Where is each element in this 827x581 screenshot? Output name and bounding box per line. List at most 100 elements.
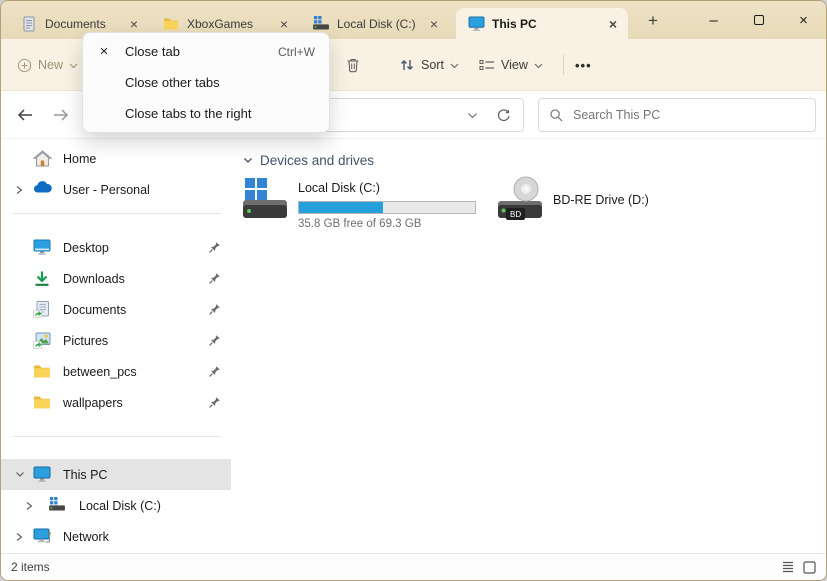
sidebar-item-between-pcs[interactable]: between_pcs — [1, 356, 231, 387]
pin-icon — [208, 365, 221, 378]
status-bar: 2 items — [1, 553, 826, 580]
folder-icon — [163, 16, 179, 32]
back-button[interactable] — [15, 105, 35, 125]
documents-icon — [33, 301, 53, 319]
tab-close-icon[interactable]: × — [606, 16, 620, 32]
sort-button-label: Sort — [421, 58, 444, 72]
view-list-icon — [479, 59, 495, 71]
view-button[interactable]: View — [479, 39, 543, 91]
tab-this-pc[interactable]: This PC × — [456, 8, 628, 39]
close-button[interactable]: × — [781, 1, 826, 39]
sidebar-item-this-pc[interactable]: This PC — [1, 459, 231, 490]
sidebar-item-wallpapers[interactable]: wallpapers — [1, 387, 231, 418]
sidebar-item-local-disk-c[interactable]: Local Disk (C:) — [1, 490, 231, 521]
sidebar-item-label: Downloads — [63, 272, 125, 286]
chevron-right-icon[interactable] — [15, 185, 33, 195]
see-more-button[interactable]: ••• — [575, 39, 592, 91]
onedrive-icon — [33, 181, 53, 199]
forward-button[interactable] — [51, 105, 71, 125]
explorer-body: Home User - Personal Desktop — [1, 139, 826, 553]
sidebar-item-pictures[interactable]: Pictures — [1, 325, 231, 356]
refresh-icon[interactable] — [496, 108, 511, 123]
maximize-button[interactable] — [736, 1, 781, 39]
drive-local-disk-c[interactable]: Local Disk (C:) 35.8 GB free of 69.3 GB — [243, 176, 498, 230]
network-icon — [33, 528, 53, 546]
window-controls: – × — [691, 1, 826, 39]
sidebar-item-downloads[interactable]: Downloads — [1, 263, 231, 294]
tab-close-icon[interactable]: × — [277, 16, 291, 32]
folder-icon — [33, 363, 53, 381]
sidebar-item-user-personal[interactable]: User - Personal — [1, 174, 231, 205]
drive-list: Local Disk (C:) 35.8 GB free of 69.3 GB … — [243, 176, 826, 230]
sidebar-item-network[interactable]: Network — [1, 521, 231, 552]
monitor-icon — [33, 466, 53, 484]
svg-text:BD: BD — [510, 210, 521, 219]
sidebar-item-label: Home — [63, 152, 96, 166]
menu-item-shortcut: Ctrl+W — [278, 45, 315, 59]
close-icon: × — [83, 43, 125, 60]
tab-context-menu: × Close tab Ctrl+W Close other tabs Clos… — [82, 32, 330, 133]
menu-item-label: Close tabs to the right — [125, 106, 315, 121]
pin-icon — [208, 241, 221, 254]
tab-close-icon[interactable]: × — [427, 16, 441, 32]
sidebar-item-label: Desktop — [63, 241, 109, 255]
drive-icon — [49, 497, 69, 515]
menu-item-label: Close other tabs — [125, 75, 315, 90]
chevron-right-icon[interactable] — [25, 501, 43, 511]
chevron-down-icon[interactable] — [15, 470, 33, 479]
search-box[interactable] — [538, 98, 816, 132]
sidebar-item-documents[interactable]: Documents — [1, 294, 231, 325]
tab-close-icon[interactable]: × — [127, 16, 141, 32]
menu-item-close-other-tabs[interactable]: Close other tabs — [83, 67, 329, 98]
drive-name: BD-RE Drive (D:) — [553, 192, 649, 208]
sidebar-item-label: User - Personal — [63, 183, 150, 197]
tab-label: XboxGames — [187, 17, 269, 31]
chevron-down-icon[interactable] — [243, 156, 253, 165]
document-icon — [21, 16, 37, 32]
drive-name: Local Disk (C:) — [298, 180, 476, 196]
sort-button[interactable]: Sort — [399, 39, 459, 91]
sidebar-item-label: Network — [63, 530, 109, 544]
downloads-icon — [33, 270, 53, 288]
monitor-icon — [468, 16, 484, 32]
sidebar-item-desktop[interactable]: Desktop — [1, 232, 231, 263]
navigation-pane: Home User - Personal Desktop — [1, 139, 231, 553]
folder-icon — [33, 394, 53, 412]
pin-icon — [208, 303, 221, 316]
search-icon — [549, 108, 564, 123]
view-button-label: View — [501, 58, 528, 72]
chevron-right-icon[interactable] — [15, 532, 33, 542]
maximize-icon — [754, 15, 764, 25]
pin-icon — [208, 396, 221, 409]
sidebar-item-label: Local Disk (C:) — [79, 499, 161, 513]
delete-button[interactable] — [345, 39, 361, 91]
plus-circle-icon — [17, 58, 32, 73]
new-button-label: New — [38, 58, 63, 72]
item-count-label: 2 items — [11, 560, 50, 574]
sidebar-item-home[interactable]: Home — [1, 143, 231, 174]
pin-icon — [208, 334, 221, 347]
chevron-down-icon — [69, 61, 78, 70]
sidebar-item-label: Pictures — [63, 334, 108, 348]
new-tab-button[interactable]: + — [642, 11, 664, 31]
sidebar-item-label: This PC — [63, 468, 107, 482]
large-icons-view-icon[interactable] — [803, 561, 816, 574]
address-dropdown-icon[interactable] — [467, 110, 478, 121]
group-header-devices-and-drives[interactable]: Devices and drives — [243, 153, 826, 168]
drive-icon — [313, 16, 329, 32]
sort-arrows-icon — [399, 58, 415, 72]
menu-item-close-tabs-to-the-right[interactable]: Close tabs to the right — [83, 98, 329, 129]
drive-free-space: 35.8 GB free of 69.3 GB — [298, 218, 476, 230]
desktop-icon — [33, 239, 53, 257]
search-input[interactable] — [573, 108, 805, 122]
tab-label: Documents — [45, 17, 119, 31]
file-area: Devices and drives Local Disk (C:) 35.8 … — [231, 139, 826, 553]
menu-item-close-tab[interactable]: × Close tab Ctrl+W — [83, 36, 329, 67]
details-view-icon[interactable] — [782, 561, 794, 573]
new-button[interactable]: New — [17, 39, 78, 91]
chevron-down-icon — [450, 61, 459, 70]
toolbar-divider — [563, 55, 564, 75]
minimize-button[interactable]: – — [691, 1, 736, 39]
trash-icon — [345, 57, 361, 73]
drive-bd-re-d[interactable]: BD BD-RE Drive (D:) — [498, 176, 753, 230]
